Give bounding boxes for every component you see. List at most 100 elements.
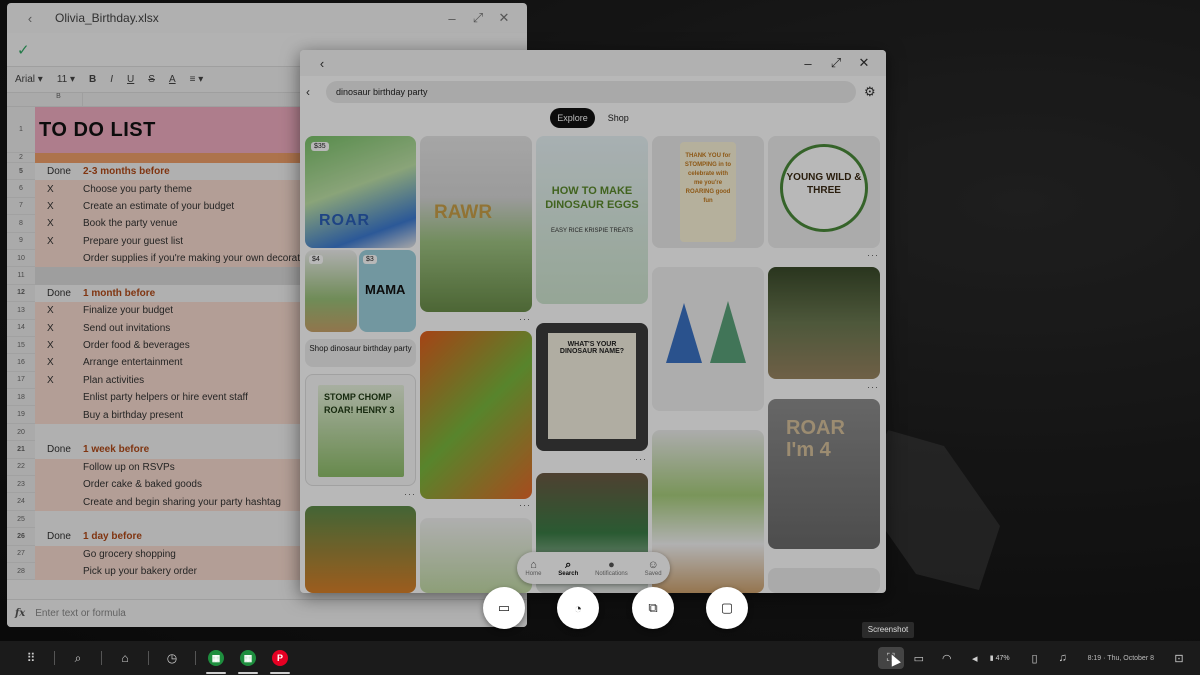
pin-text-roar: ROAR (319, 212, 371, 229)
back-icon[interactable]: ‹ (17, 11, 43, 26)
capture-window-icon[interactable]: ◔ (557, 587, 599, 629)
status-cell[interactable]: X (35, 201, 83, 212)
nav-notifications[interactable]: ● Notifications (595, 559, 628, 577)
pin-party-table[interactable]: $4 (305, 250, 357, 332)
pin-invitation[interactable]: STOMP CHOMP ROAR! HENRY 3 (305, 374, 416, 486)
status-cell[interactable]: X (35, 305, 83, 316)
sheets-app-icon[interactable]: ▦ (200, 650, 232, 674)
more-icon[interactable]: ··· (519, 500, 531, 510)
shop-dinosaur-card[interactable]: Shop dinosaur birthday party (305, 339, 416, 367)
row-number: 7 (7, 197, 35, 216)
status-cell[interactable]: Done (35, 288, 83, 299)
nav-label: Saved (644, 571, 662, 577)
pin-dino-cookies[interactable] (305, 506, 416, 593)
capture-copy-icon[interactable]: ⧉ (632, 587, 674, 629)
more-icon[interactable]: ··· (404, 489, 416, 499)
nav-saved[interactable]: ☺ Saved (645, 559, 662, 577)
row-number: 5 (7, 163, 35, 181)
pin-rawr-table[interactable]: RAWR (420, 136, 532, 312)
status-cell[interactable]: X (35, 357, 83, 368)
status-cell[interactable]: X (35, 375, 83, 386)
italic-icon[interactable]: I (110, 74, 113, 85)
search-row: ‹ dinosaur birthday party ⚙ (300, 80, 886, 104)
column-header[interactable]: B (35, 93, 83, 106)
status-cell[interactable]: X (35, 323, 83, 334)
pin-dino-cake[interactable] (420, 518, 532, 593)
clock-icon[interactable]: ◷ (153, 651, 191, 665)
row-number: 21 (7, 441, 35, 459)
row-number: 6 (7, 180, 35, 198)
capture-fullscreen-icon[interactable]: ▢ (706, 587, 748, 629)
formula-bar[interactable]: fx Enter text or formula (7, 599, 527, 627)
close-icon[interactable]: ✕ (491, 10, 517, 26)
font-size-select[interactable]: 11 ▾ (57, 74, 75, 85)
more-icon[interactable]: ··· (867, 382, 879, 392)
more-icon[interactable]: ··· (519, 314, 531, 324)
shelf-divider (195, 651, 196, 665)
capture-partial-icon[interactable]: ▭ (483, 587, 525, 629)
underline-icon[interactable]: U (127, 74, 134, 85)
search-back-icon[interactable]: ‹ (306, 85, 322, 99)
header-corner[interactable] (7, 93, 35, 106)
filter-icon[interactable]: ⚙ (864, 84, 880, 100)
volume-icon[interactable]: ◂ (962, 652, 988, 665)
pin-thank-you-tag[interactable]: THANK YOU for STOMPING in to celebrate w… (652, 136, 764, 248)
font-size-value: 11 (56, 74, 68, 85)
pin-dinosaur-name-sign[interactable]: WHAT'S YOUR DINOSAUR NAME? (536, 323, 648, 451)
tab-explore[interactable]: Explore (550, 108, 595, 128)
minimize-icon[interactable]: – (794, 56, 822, 71)
status-cell[interactable]: X (35, 184, 83, 195)
pin-dino-balloons[interactable]: $35 ROAR (305, 136, 416, 248)
tab-shop[interactable]: Shop (601, 108, 636, 128)
align-icon[interactable]: ≡ ▾ (190, 74, 204, 85)
font-name-select[interactable]: Arial ▾ (15, 74, 43, 85)
pin-dino-party-hats[interactable] (652, 267, 764, 411)
pin-carrot-favors[interactable] (420, 331, 532, 499)
close-icon[interactable]: ✕ (850, 55, 878, 71)
status-cell[interactable]: Done (35, 166, 83, 177)
pin-dinosaur-eggs[interactable]: HOW TO MAKE DINOSAUR EGGS EASY RICE KRIS… (536, 136, 648, 304)
pin-roar-cake-topper[interactable]: ROAR I'm 4 (768, 399, 880, 549)
status-cell[interactable]: X (35, 340, 83, 351)
maximize-icon[interactable]: ⤢ (465, 10, 491, 26)
spreadsheet-title: Olivia_Birthday.xlsx (55, 11, 159, 25)
home-icon[interactable]: ⌂ (106, 651, 144, 665)
pin-dino-toys[interactable] (768, 568, 880, 593)
maximize-icon[interactable]: ⤢ (822, 55, 850, 71)
status-cell[interactable]: Done (35, 444, 83, 455)
strikethrough-icon[interactable]: S (148, 74, 155, 85)
launcher-icon[interactable]: ⠿ (12, 651, 50, 665)
shelf-divider (148, 651, 149, 665)
search-input[interactable]: dinosaur birthday party (326, 81, 856, 103)
status-cell[interactable]: X (35, 218, 83, 229)
wifi-icon[interactable]: ◠ (934, 652, 960, 665)
back-icon[interactable]: ‹ (308, 56, 336, 71)
text-color-icon[interactable]: A (169, 74, 176, 85)
status-cell[interactable]: X (35, 236, 83, 247)
status-tray[interactable]: ⛶ ▭ ◠ ◂ ▮ 47% ▯ ♫ 8:19 · Thu, October 8 … (877, 641, 1192, 675)
pin-mama-shirt[interactable]: $3 MAMA (359, 250, 416, 332)
sheets-app-icon-2[interactable]: ▦ (232, 650, 264, 674)
phone-icon[interactable]: ▯ (1022, 652, 1048, 665)
screen-capture-icon[interactable]: ▭ (906, 652, 932, 665)
minimize-icon[interactable]: – (439, 11, 465, 26)
status-cell[interactable]: Done (35, 531, 83, 542)
search-icon[interactable]: ⌕ (59, 651, 97, 666)
pinterest-window[interactable]: ‹ – ⤢ ✕ ‹ dinosaur birthday party ⚙ Expl… (300, 50, 886, 593)
notification-bell-icon[interactable]: ♫ (1050, 652, 1076, 664)
more-icon[interactable]: ··· (867, 250, 879, 260)
pin-dino-dessert-table[interactable] (768, 267, 880, 379)
pin-young-wild-three[interactable]: YOUNG WILD & THREE (768, 136, 880, 248)
checkmark-icon[interactable]: ✓ (17, 41, 30, 59)
bold-icon[interactable]: B (89, 74, 96, 85)
clock-date[interactable]: 8:19 · Thu, October 8 (1088, 655, 1154, 662)
nav-search[interactable]: ⌕ Search (558, 559, 578, 577)
nav-home[interactable]: ⌂ Home (525, 559, 541, 577)
active-indicator (270, 672, 290, 674)
pin-grid: $35 ROAR $4 $3 MAMA Shop dinosaur birthd… (300, 136, 886, 593)
pinterest-app-icon[interactable]: P (264, 650, 296, 674)
formula-input[interactable]: Enter text or formula (35, 608, 126, 619)
row-number: 10 (7, 249, 35, 268)
more-icon[interactable]: ··· (635, 454, 647, 464)
lock-icon[interactable]: ⊡ (1166, 652, 1192, 665)
